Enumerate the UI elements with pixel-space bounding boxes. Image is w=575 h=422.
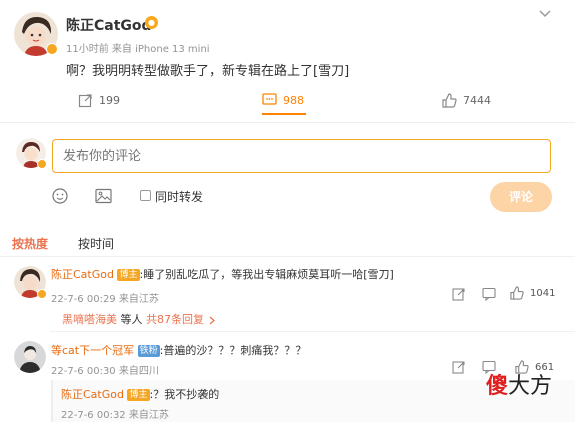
member-crown-icon: ● — [145, 16, 158, 29]
reply-text: :？我不抄袭的 — [149, 388, 220, 401]
more-options-chevron-icon[interactable] — [538, 8, 552, 20]
reply-body: 陈正CatGod 博主:？我不抄袭的 — [61, 386, 219, 402]
thumbs-up-icon — [442, 93, 457, 108]
comment-like-count: 1041 — [530, 287, 556, 299]
replies-by-user[interactable]: 黑嘀嗒海美 — [62, 313, 117, 326]
post-author-name[interactable]: 陈正CatGod — [66, 15, 152, 35]
post-meta: 11小时前 来自 iPhone 13 mini — [66, 40, 210, 55]
comment-avatar[interactable] — [14, 341, 46, 373]
comment-text: :普遍的沙？？？刺痛我？？？ — [159, 344, 307, 357]
post-text: 啊？我明明转型做歌手了，新专辑在路上了[雪刀] — [66, 64, 350, 79]
user-verified-icon — [37, 159, 47, 169]
comment-meta: 22-7-6 00:29 来自江苏 — [51, 294, 159, 305]
watermark: 傻大方 — [486, 368, 552, 400]
repost-icon — [78, 94, 92, 108]
tab-sort-by-time[interactable]: 按时间 — [78, 235, 114, 252]
replies-count-link[interactable]: 共87条回复 — [146, 313, 204, 326]
comment-text: :睡了别乱吃瓜了，等我出专辑麻烦莫耳听一哈[雪刀] — [139, 268, 394, 281]
blogger-badge: 博主 — [117, 269, 140, 281]
comment-like-button[interactable]: 1041 — [510, 286, 555, 300]
watermark-text-red: 傻 — [486, 374, 509, 399]
comment-body: 等cat下一个冠军 铁粉:普遍的沙？？？刺痛我？？？ — [51, 342, 306, 358]
author-verified-icon — [46, 43, 58, 55]
post-time: 11小时前 — [66, 44, 109, 55]
repost-checkbox-label[interactable]: 同时转发 — [155, 188, 203, 205]
reply-meta: 22-7-6 00:32 来自江苏 — [61, 410, 169, 421]
chevron-right-icon — [209, 316, 215, 324]
comment-icon — [262, 93, 277, 105]
tabs-divider — [0, 256, 575, 257]
fan-badge: 铁粉 — [137, 345, 160, 357]
comment-input[interactable] — [52, 139, 551, 173]
comment-body: 陈正CatGod 博主:睡了别乱吃瓜了，等我出专辑麻烦莫耳听一哈[雪刀] — [51, 266, 394, 282]
repost-count: 199 — [99, 94, 120, 107]
reply-author[interactable]: 陈正CatGod — [61, 388, 124, 401]
post-divider — [0, 122, 575, 123]
like-count: 7444 — [463, 94, 491, 107]
comment-author[interactable]: 等cat下一个冠军 — [51, 344, 134, 357]
image-upload-icon[interactable] — [95, 188, 112, 204]
share-icon[interactable] — [452, 287, 466, 301]
like-button[interactable]: 7444 — [442, 93, 491, 108]
comment-active-underline — [262, 113, 306, 115]
share-icon[interactable] — [452, 360, 466, 374]
emoji-icon[interactable] — [52, 188, 68, 204]
replies-summary[interactable]: 黑嘀嗒海美 等人 共87条回复 — [62, 311, 216, 327]
repost-checkbox[interactable] — [140, 190, 151, 201]
watermark-text-black: 大方 — [508, 374, 553, 399]
post-source: 来自 iPhone 13 mini — [111, 44, 210, 55]
reply-icon[interactable] — [482, 287, 496, 302]
submit-comment-button[interactable]: 评论 — [490, 182, 552, 212]
comment-button[interactable]: 988 — [262, 93, 304, 107]
blogger-badge: 博主 — [127, 389, 150, 401]
comment-author[interactable]: 陈正CatGod — [51, 268, 114, 281]
replies-mid-text: 等人 — [120, 313, 143, 326]
thumbs-up-icon — [510, 286, 524, 300]
comment-count: 988 — [283, 93, 304, 107]
comment-divider — [50, 331, 575, 332]
tab-sort-by-hot[interactable]: 按热度 — [12, 235, 48, 252]
comment-meta: 22-7-6 00:30 来自四川 — [51, 366, 159, 377]
comment-verified-icon — [37, 289, 47, 299]
repost-button[interactable]: 199 — [78, 93, 120, 108]
